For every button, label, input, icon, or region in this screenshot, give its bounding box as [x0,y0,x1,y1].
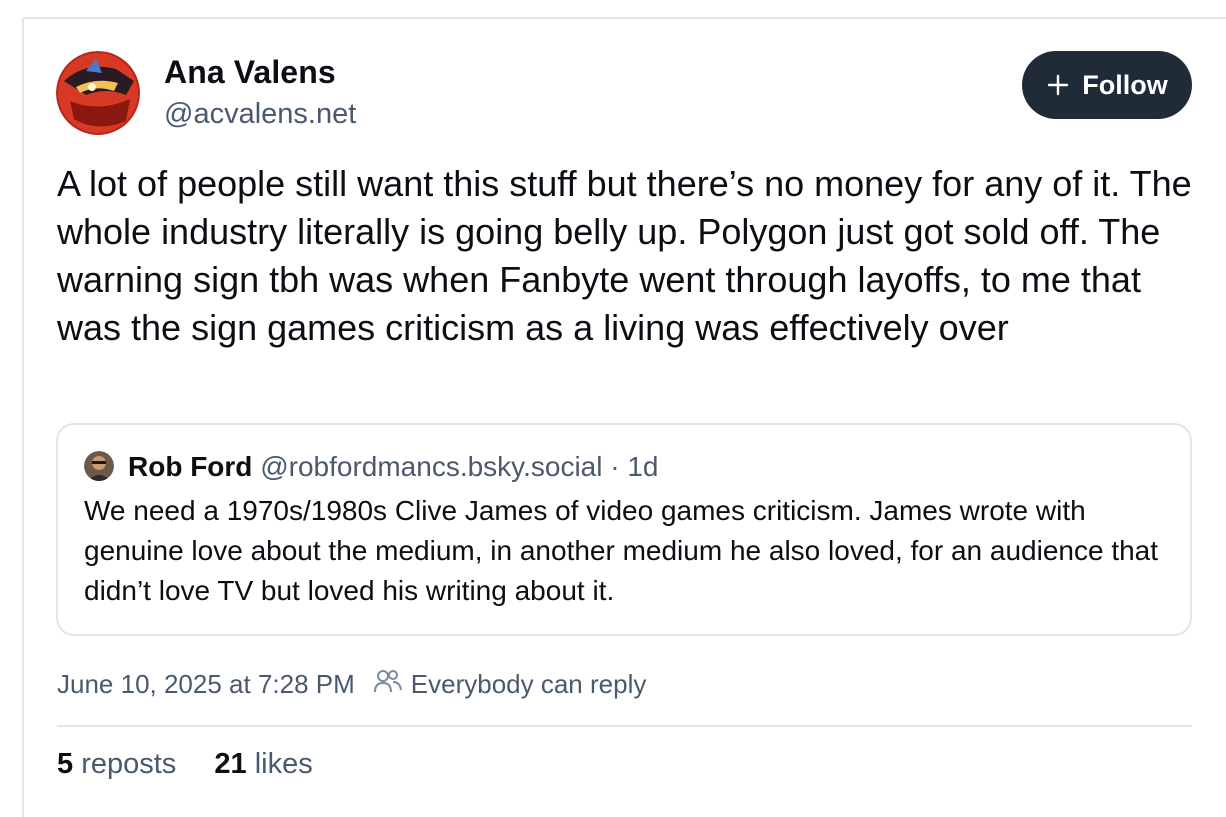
likes-count: 21 [214,748,247,780]
likes-stat[interactable]: 21 likes [214,748,312,781]
reposts-label: reposts [81,748,177,780]
quoted-post-text: We need a 1970s/1980s Clive James of vid… [84,495,1159,606]
post-meta: June 10, 2025 at 7:28 PM Everybody can r… [57,668,646,701]
quoted-avatar-image [84,451,114,481]
quoted-post-header: Rob Ford @robfordmancs.bsky.social · 1d [128,451,659,483]
reposts-stat[interactable]: 5 reposts [57,748,176,781]
author-handle[interactable]: @acvalens.net [164,98,356,131]
quoted-author-handle[interactable]: @robfordmancs.bsky.social [260,451,602,482]
quoted-author-name[interactable]: Rob Ford [128,451,252,482]
reposts-count: 5 [57,748,74,780]
divider [57,725,1192,727]
plus-icon [1046,73,1070,97]
likes-label: likes [254,748,313,780]
author-avatar[interactable] [56,51,140,135]
quoted-author-avatar[interactable] [84,451,114,481]
post-timestamp[interactable]: June 10, 2025 at 7:28 PM [57,669,355,700]
follow-button-label: Follow [1082,69,1168,100]
follow-button[interactable]: Follow [1022,51,1192,119]
post-body-text: A lot of people still want this stuff bu… [57,163,1202,348]
quoted-post-time[interactable]: 1d [627,451,658,482]
quoted-separator: · [610,451,620,482]
avatar-image [56,51,140,135]
people-icon [373,668,403,701]
author-display-name[interactable]: Ana Valens [164,54,336,91]
reply-setting-label[interactable]: Everybody can reply [411,669,647,700]
post-stats: 5 reposts 21 likes [57,748,313,781]
quoted-post[interactable]: Rob Ford @robfordmancs.bsky.social · 1d … [56,423,1192,636]
